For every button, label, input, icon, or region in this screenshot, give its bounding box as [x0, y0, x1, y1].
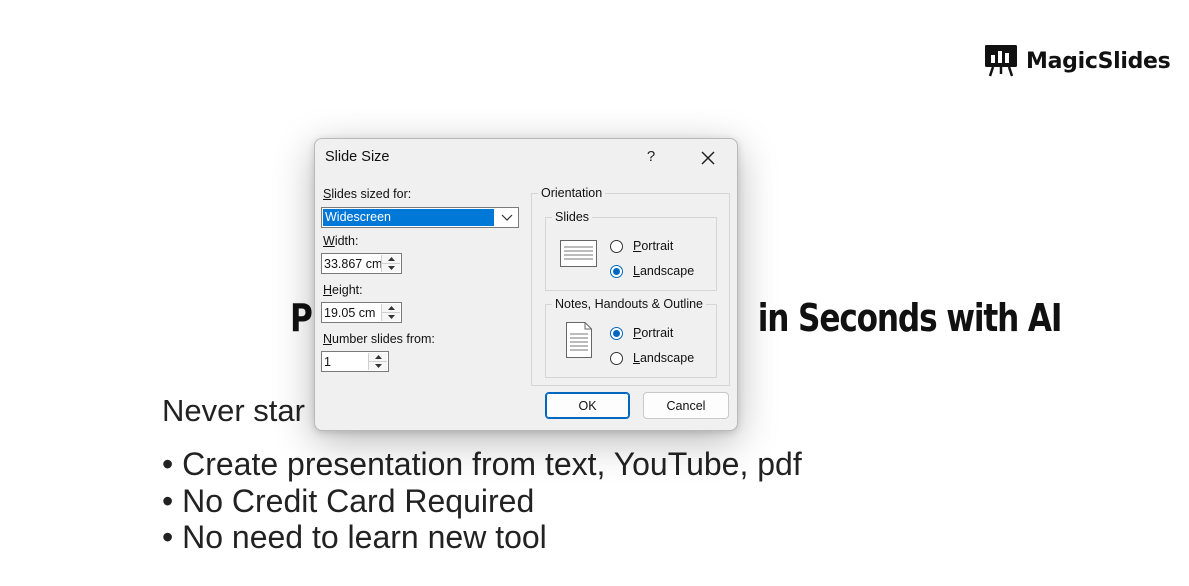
- caret-up-icon: [387, 257, 395, 261]
- caret-down-icon: [374, 364, 382, 368]
- slides-orientation-label: Slides: [552, 210, 593, 224]
- headline-right: in Seconds with AI: [757, 296, 1063, 340]
- magicslides-logo: MagicSlides: [984, 44, 1171, 78]
- height-decrement[interactable]: [382, 313, 400, 321]
- number-slides-from-label: Number slides from:: [323, 332, 435, 346]
- number-decrement[interactable]: [369, 362, 387, 370]
- width-label: Width:: [323, 234, 359, 248]
- slides-landscape-radio[interactable]: Landscape: [610, 264, 694, 278]
- number-slides-from-value: 1: [324, 355, 331, 369]
- slides-portrait-radio[interactable]: Portrait: [610, 239, 673, 253]
- slide-size-dialog: Slide Size ? Slides sized for: Widescree…: [314, 138, 738, 431]
- headline-left: P: [290, 296, 313, 340]
- width-increment[interactable]: [382, 255, 400, 264]
- height-label: Height:: [323, 283, 363, 297]
- notes-portrait-radio[interactable]: Portrait: [610, 326, 673, 340]
- radio-dot: [610, 239, 623, 253]
- radio-dot: [610, 351, 623, 365]
- slides-sized-for-value: Widescreen: [323, 209, 494, 226]
- landscape-page-icon: [560, 240, 597, 267]
- slides-sized-for-dropdown[interactable]: Widescreen: [321, 207, 519, 228]
- width-decrement[interactable]: [382, 264, 400, 272]
- height-increment[interactable]: [382, 304, 400, 313]
- dialog-title: Slide Size: [325, 149, 390, 165]
- chevron-down-icon: [501, 214, 513, 221]
- slides-sized-for-label: Slides sized for:: [323, 187, 412, 201]
- feature-list: • Create presentation from text, YouTube…: [162, 446, 802, 556]
- presentation-board-icon: [985, 45, 1017, 77]
- feature-item: • No Credit Card Required: [162, 482, 535, 519]
- ok-button[interactable]: OK: [545, 392, 630, 419]
- caret-up-icon: [387, 306, 395, 310]
- radio-dot-selected: [610, 326, 623, 340]
- notes-landscape-radio[interactable]: Landscape: [610, 351, 694, 365]
- page-subline: Never star: [162, 393, 305, 428]
- caret-down-icon: [387, 315, 395, 319]
- dropdown-arrow[interactable]: [496, 208, 518, 227]
- radio-dot-selected: [610, 264, 623, 278]
- number-increment[interactable]: [369, 353, 387, 362]
- feature-item: • Create presentation from text, YouTube…: [162, 446, 802, 482]
- portrait-page-icon: [566, 322, 592, 358]
- orientation-label: Orientation: [538, 186, 606, 200]
- close-icon: [701, 151, 715, 165]
- notes-orientation-label: Notes, Handouts & Outline: [552, 297, 706, 311]
- height-stepper[interactable]: 19.05 cm: [321, 302, 402, 323]
- feature-item: • No need to learn new tool: [162, 519, 547, 555]
- number-slides-from-stepper[interactable]: 1: [321, 351, 389, 372]
- width-value: 33.867 cm: [324, 257, 381, 271]
- height-value: 19.05 cm: [324, 306, 376, 320]
- brand-name: MagicSlides: [1026, 48, 1171, 74]
- caret-up-icon: [374, 355, 382, 359]
- help-button[interactable]: ?: [639, 145, 663, 169]
- close-button[interactable]: [695, 145, 721, 171]
- cancel-button[interactable]: Cancel: [643, 392, 729, 419]
- width-stepper[interactable]: 33.867 cm: [321, 253, 402, 274]
- caret-down-icon: [387, 266, 395, 270]
